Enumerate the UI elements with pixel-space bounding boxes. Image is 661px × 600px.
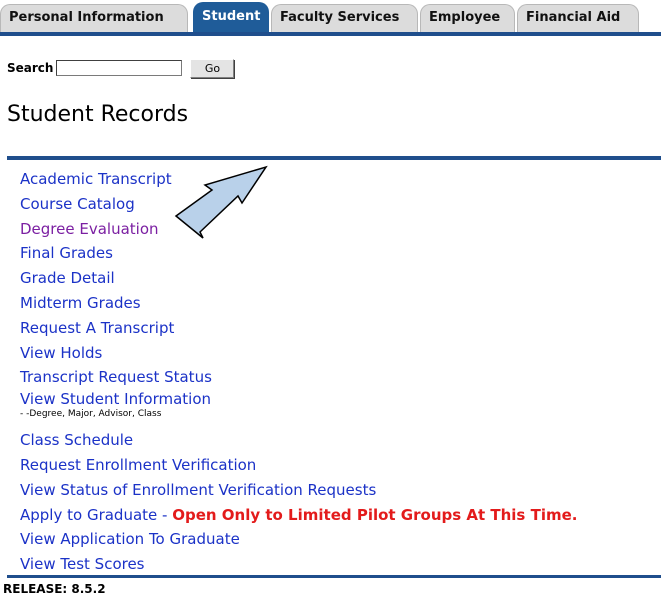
link-transcript-request-status[interactable]: Transcript Request Status xyxy=(20,368,212,386)
tab-personal-information[interactable]: Personal Information xyxy=(0,4,188,32)
link-midterm-grades[interactable]: Midterm Grades xyxy=(20,294,141,312)
link-course-catalog[interactable]: Course Catalog xyxy=(20,195,135,213)
link-view-application-to-graduate[interactable]: View Application To Graduate xyxy=(20,530,240,548)
list-item: Course Catalog xyxy=(20,192,577,217)
tab-bar-baseline xyxy=(0,32,661,36)
go-button[interactable]: Go xyxy=(190,58,235,78)
release-version: RELEASE: 8.5.2 xyxy=(3,582,106,596)
item-description: - -Degree, Major, Advisor, Class xyxy=(20,409,162,420)
list-item: View Student Information - -Degree, Majo… xyxy=(20,390,577,428)
divider-bottom xyxy=(7,575,661,578)
link-apply-to-graduate[interactable]: Apply to Graduate xyxy=(20,506,157,524)
list-item: Degree Evaluation xyxy=(20,217,577,242)
tab-financial-aid[interactable]: Financial Aid xyxy=(517,4,639,32)
link-request-enrollment-verification[interactable]: Request Enrollment Verification xyxy=(20,456,256,474)
tab-student[interactable]: Student xyxy=(193,2,269,32)
student-records-menu: Academic Transcript Course Catalog Degre… xyxy=(20,167,577,577)
list-item: Midterm Grades xyxy=(20,291,577,316)
pilot-notice: Open Only to Limited Pilot Groups At Thi… xyxy=(172,505,578,524)
link-view-test-scores[interactable]: View Test Scores xyxy=(20,555,145,573)
link-final-grades[interactable]: Final Grades xyxy=(20,244,113,262)
link-request-a-transcript[interactable]: Request A Transcript xyxy=(20,319,174,337)
link-view-status-enrollment-verification[interactable]: View Status of Enrollment Verification R… xyxy=(20,481,376,499)
list-item: Academic Transcript xyxy=(20,167,577,192)
link-academic-transcript[interactable]: Academic Transcript xyxy=(20,170,172,188)
divider-top xyxy=(7,156,661,160)
link-view-holds[interactable]: View Holds xyxy=(20,344,102,362)
list-item: Final Grades xyxy=(20,241,577,266)
list-item: View Holds xyxy=(20,341,577,366)
separator: - xyxy=(157,505,173,524)
link-view-student-information[interactable]: View Student Information xyxy=(20,390,211,408)
search-label: Search xyxy=(7,61,54,75)
list-item: Apply to Graduate - Open Only to Limited… xyxy=(20,503,577,528)
top-tab-bar: Personal Information Student Faculty Ser… xyxy=(0,0,661,36)
tab-faculty-services[interactable]: Faculty Services xyxy=(271,4,418,32)
list-item: Class Schedule xyxy=(20,428,577,453)
search-input[interactable] xyxy=(56,60,183,76)
link-grade-detail[interactable]: Grade Detail xyxy=(20,269,115,287)
list-item: Transcript Request Status xyxy=(20,365,577,390)
list-item: View Test Scores xyxy=(20,552,577,577)
list-item: Grade Detail xyxy=(20,266,577,291)
list-item: View Application To Graduate xyxy=(20,527,577,552)
page-title: Student Records xyxy=(7,102,189,127)
list-item: View Status of Enrollment Verification R… xyxy=(20,478,577,503)
search-bar: Search Go xyxy=(7,56,235,80)
link-class-schedule[interactable]: Class Schedule xyxy=(20,431,133,449)
tab-employee[interactable]: Employee xyxy=(420,4,515,32)
list-item: Request Enrollment Verification xyxy=(20,453,577,478)
list-item: Request A Transcript xyxy=(20,316,577,341)
link-degree-evaluation[interactable]: Degree Evaluation xyxy=(20,220,159,238)
